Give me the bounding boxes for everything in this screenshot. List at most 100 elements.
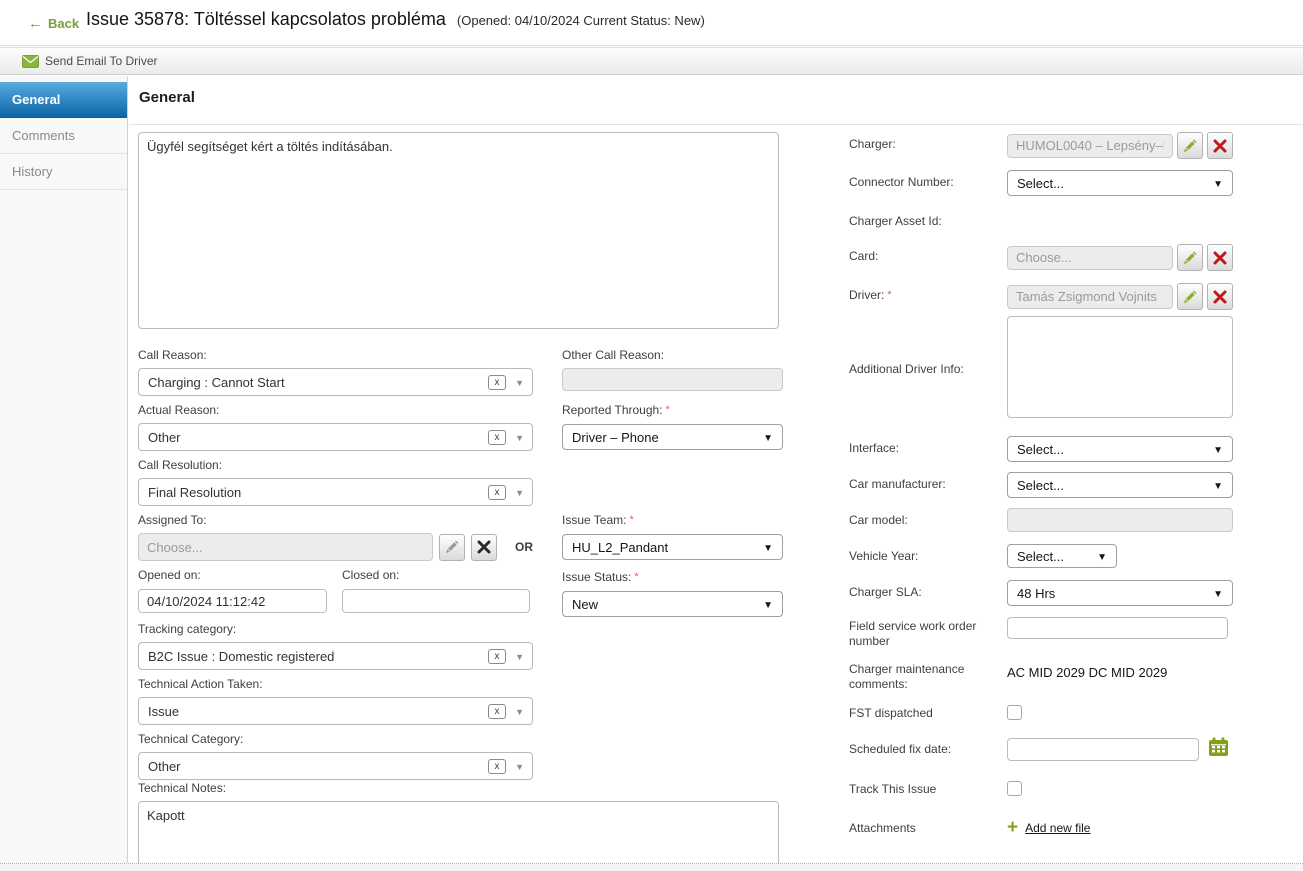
pencil-icon	[445, 540, 459, 554]
actual-reason-combobox[interactable]: Other x ▼	[138, 423, 533, 451]
section-title: General	[139, 89, 195, 106]
tracking-category-clear-icon[interactable]: x	[488, 649, 506, 664]
fst-dispatched-label: FST dispatched	[849, 705, 1007, 721]
actual-reason-caret-icon[interactable]: ▼	[515, 433, 524, 443]
call-reason-label: Call Reason:	[138, 348, 533, 363]
call-reason-clear-icon[interactable]: x	[488, 375, 506, 390]
issue-detail-page: ← Back Issue 35878: Töltéssel kapcsolato…	[0, 0, 1303, 871]
add-new-file-link[interactable]: + Add new file	[1007, 820, 1233, 835]
form-right-column: Charger:	[849, 132, 1239, 836]
technical-action-clear-icon[interactable]: x	[488, 704, 506, 719]
pencil-icon	[1183, 251, 1197, 265]
actual-reason-clear-icon[interactable]: x	[488, 430, 506, 445]
car-manufacturer-select[interactable]: Select... ▼	[1007, 472, 1233, 498]
scheduled-fix-date-input[interactable]	[1007, 738, 1199, 761]
charger-sla-select[interactable]: 48 Hrs ▼	[1007, 580, 1233, 606]
form-left-column: Call Reason: Charging : Cannot Start x ▼…	[138, 348, 533, 787]
tracking-category-combobox[interactable]: B2C Issue : Domestic registered x ▼	[138, 642, 533, 670]
car-model-label: Car model:	[849, 508, 1007, 532]
assigned-to-group: Assigned To: O	[138, 513, 533, 561]
charger-sla-caret-icon: ▼	[1213, 589, 1223, 600]
technical-category-combobox[interactable]: Other x ▼	[138, 752, 533, 780]
interface-label: Interface:	[849, 436, 1007, 462]
sidebar-item-comments[interactable]: Comments	[0, 118, 127, 154]
field-service-input[interactable]	[1007, 617, 1228, 639]
technical-action-caret-icon[interactable]: ▼	[515, 707, 524, 717]
fst-dispatched-row: FST dispatched	[849, 705, 1239, 721]
track-this-issue-checkbox[interactable]	[1007, 781, 1022, 796]
track-this-issue-label: Track This Issue	[849, 781, 1007, 797]
driver-edit-button[interactable]	[1177, 283, 1203, 310]
call-resolution-clear-icon[interactable]: x	[488, 485, 506, 500]
opened-on-input[interactable]	[138, 589, 327, 613]
closed-on-input[interactable]	[342, 589, 530, 613]
charger-remove-button[interactable]	[1207, 132, 1233, 159]
assigned-to-input[interactable]	[138, 533, 433, 561]
calendar-icon[interactable]	[1208, 737, 1229, 762]
driver-remove-button[interactable]	[1207, 283, 1233, 310]
connector-number-row: Connector Number: Select... ▼	[849, 170, 1239, 196]
actual-reason-value: Other	[148, 430, 181, 445]
technical-notes-group: Technical Notes: Kapott	[138, 781, 779, 863]
interface-select[interactable]: Select... ▼	[1007, 436, 1233, 462]
car-model-row: Car model:	[849, 508, 1239, 532]
back-link[interactable]: ← Back	[28, 16, 79, 31]
technical-action-value: Issue	[148, 704, 179, 719]
assigned-to-remove-button[interactable]	[471, 534, 497, 561]
technical-notes-label: Technical Notes:	[138, 781, 779, 796]
additional-driver-info-textarea[interactable]	[1007, 316, 1233, 418]
sidebar-item-history[interactable]: History	[0, 154, 127, 190]
description-textarea[interactable]: Ügyfél segítséget kért a töltés indításá…	[138, 132, 779, 329]
vehicle-year-select[interactable]: Select... ▼	[1007, 544, 1117, 568]
driver-label: Driver:*	[849, 283, 1007, 310]
call-resolution-combobox[interactable]: Final Resolution x ▼	[138, 478, 533, 506]
closed-on-label: Closed on:	[342, 568, 530, 583]
card-input[interactable]	[1007, 246, 1173, 270]
technical-action-combobox[interactable]: Issue x ▼	[138, 697, 533, 725]
field-service-label: Field service work order number	[849, 617, 1007, 649]
closed-on-group: Closed on:	[342, 568, 530, 613]
required-mark: *	[634, 571, 638, 583]
track-this-issue-row: Track This Issue	[849, 781, 1239, 797]
charger-asset-id-label: Charger Asset Id:	[849, 214, 1007, 229]
issue-status-group: Issue Status:* New ▼	[562, 568, 783, 617]
card-edit-button[interactable]	[1177, 244, 1203, 271]
plus-icon: +	[1007, 820, 1018, 835]
fst-dispatched-checkbox[interactable]	[1007, 705, 1022, 720]
reported-through-value: Driver – Phone	[572, 430, 659, 445]
spacer	[562, 450, 783, 511]
sidebar-item-general[interactable]: General	[0, 82, 127, 118]
field-service-row: Field service work order number	[849, 617, 1239, 649]
charger-maintenance-label: Charger maintenance comments:	[849, 660, 1007, 692]
actual-reason-label: Actual Reason:	[138, 403, 533, 418]
car-model-input[interactable]	[1007, 508, 1233, 532]
scheduled-fix-date-row: Scheduled fix date:	[849, 737, 1239, 762]
close-icon	[1213, 139, 1227, 153]
connector-number-label: Connector Number:	[849, 170, 1007, 196]
send-email-button[interactable]: Send Email To Driver	[22, 54, 158, 68]
technical-notes-textarea[interactable]: Kapott	[138, 801, 779, 863]
charger-maintenance-value: AC MID 2029 DC MID 2029	[1007, 660, 1233, 680]
reported-through-select[interactable]: Driver – Phone ▼	[562, 424, 783, 450]
call-reason-caret-icon[interactable]: ▼	[515, 378, 524, 388]
connector-number-select[interactable]: Select... ▼	[1007, 170, 1233, 196]
tracking-category-caret-icon[interactable]: ▼	[515, 652, 524, 662]
issue-team-select[interactable]: HU_L2_Pandant ▼	[562, 534, 783, 560]
driver-input[interactable]	[1007, 285, 1173, 309]
vehicle-year-label: Vehicle Year:	[849, 544, 1007, 568]
other-call-reason-label: Other Call Reason:	[562, 348, 783, 363]
other-call-reason-input[interactable]	[562, 368, 783, 391]
connector-number-value: Select...	[1017, 176, 1064, 191]
assigned-to-edit-button[interactable]	[439, 534, 465, 561]
card-remove-button[interactable]	[1207, 244, 1233, 271]
technical-action-label: Technical Action Taken:	[138, 677, 533, 692]
technical-category-clear-icon[interactable]: x	[488, 759, 506, 774]
issue-status-select[interactable]: New ▼	[562, 591, 783, 617]
technical-category-value: Other	[148, 759, 181, 774]
charger-input[interactable]	[1007, 134, 1173, 158]
call-reason-combobox[interactable]: Charging : Cannot Start x ▼	[138, 368, 533, 396]
technical-category-caret-icon[interactable]: ▼	[515, 762, 524, 772]
charger-edit-button[interactable]	[1177, 132, 1203, 159]
call-resolution-caret-icon[interactable]: ▼	[515, 488, 524, 498]
charger-row: Charger:	[849, 132, 1239, 159]
